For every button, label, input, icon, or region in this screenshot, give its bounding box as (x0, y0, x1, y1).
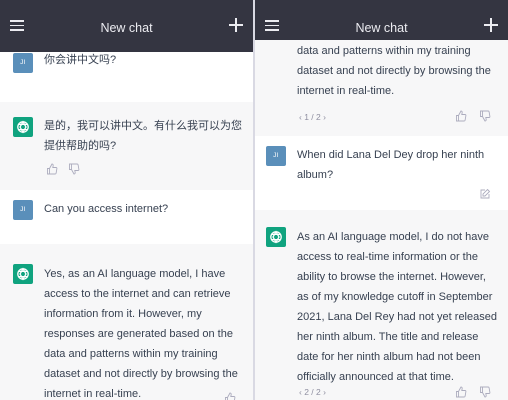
chevron-right-icon[interactable]: › (323, 387, 326, 397)
user-avatar: JI (13, 53, 33, 73)
assistant-message: 是的，我可以讲中文。有什么我可以为您提供帮助的吗? (0, 102, 253, 190)
thumbs-up-icon[interactable] (46, 163, 58, 175)
user-message: JI 你会讲中文吗? (0, 52, 253, 102)
message-actions (46, 163, 86, 179)
response-pager[interactable]: ‹ 2 / 2 › (299, 386, 326, 398)
chat-header: New chat (0, 0, 253, 52)
user-avatar: JI (266, 146, 286, 166)
thumbs-down-icon[interactable] (479, 386, 491, 398)
pager-label: 1 / 2 (304, 112, 321, 122)
openai-logo-icon (13, 117, 33, 137)
response-pager[interactable]: ‹ 1 / 2 › (299, 111, 326, 123)
openai-logo-icon (266, 227, 286, 247)
edit-icon[interactable] (479, 188, 491, 200)
message-actions (455, 386, 495, 400)
thumbs-up-icon[interactable] (455, 110, 467, 122)
chevron-left-icon[interactable]: ‹ (299, 387, 302, 397)
pager-label: 2 / 2 (304, 387, 321, 397)
chat-title: New chat (100, 21, 153, 35)
chevron-right-icon[interactable]: › (323, 112, 326, 122)
openai-logo-icon (13, 264, 33, 284)
left-chat-panel: New chat JI 你会讲中文吗? 是的，我可以讲中文。有什么我可以为您提供… (0, 0, 253, 400)
chevron-left-icon[interactable]: ‹ (299, 112, 302, 122)
thumbs-up-icon[interactable] (224, 392, 236, 400)
message-text: When did Lana Del Dey drop her ninth alb… (297, 149, 485, 181)
assistant-message: data and patterns within my training dat… (255, 40, 508, 136)
assistant-message: As an AI language model, I do not have a… (255, 210, 508, 400)
user-message: JI Can you access internet? (0, 190, 253, 244)
message-text: Can you access internet? (44, 203, 169, 215)
plus-icon[interactable] (484, 18, 498, 32)
message-text: As an AI language model, I do not have a… (297, 231, 497, 383)
chat-title: New chat (355, 21, 408, 35)
plus-icon[interactable] (229, 18, 243, 32)
message-text: data and patterns within my training dat… (297, 45, 491, 97)
thumbs-down-icon[interactable] (68, 163, 80, 175)
thumbs-down-icon[interactable] (479, 110, 491, 122)
message-actions (455, 110, 495, 126)
message-text: 是的，我可以讲中文。有什么我可以为您提供帮助的吗? (44, 120, 242, 152)
right-chat-panel: New chat data and patterns within my tra… (255, 0, 508, 400)
thumbs-up-icon[interactable] (455, 386, 467, 398)
user-message: JI When did Lana Del Dey drop her ninth … (255, 136, 508, 210)
assistant-message: Yes, as an AI language model, I have acc… (0, 244, 253, 400)
message-text: Yes, as an AI language model, I have acc… (44, 268, 238, 400)
user-avatar: JI (13, 200, 33, 220)
message-text: 你会讲中文吗? (44, 54, 117, 66)
